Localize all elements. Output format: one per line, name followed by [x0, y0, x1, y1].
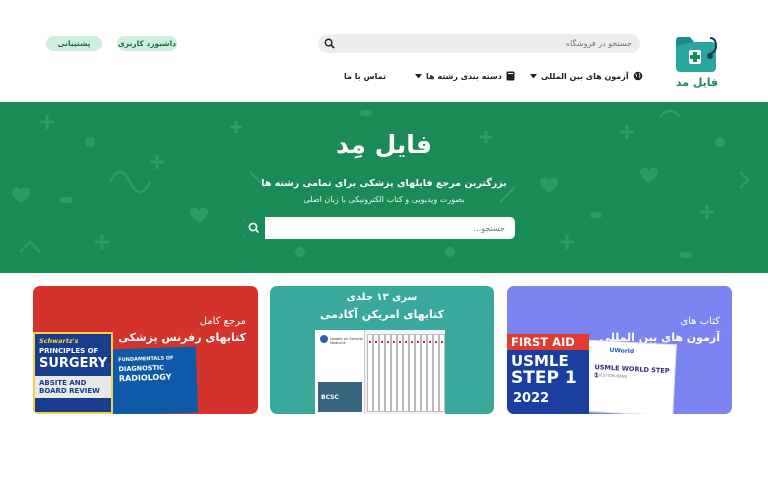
card-international-exam-books[interactable]: کتاب های آزمون های بین المللی UWorld USM… — [507, 286, 732, 414]
site-header: فایل مد داشبورد کاربری پشتیبانی آزمون ها… — [0, 0, 768, 102]
site-logo[interactable]: فایل مد — [670, 32, 724, 94]
book-text: PRINCIPLES OF — [39, 347, 99, 355]
book-text: FUNDAMENTALS OF — [118, 355, 174, 364]
caret-down-icon — [530, 73, 537, 78]
book-icon — [506, 71, 515, 81]
nav-exams-label: آزمون های بین المللی — [541, 71, 629, 81]
card-line2: کتابهای رفرنس پزشکی — [118, 331, 246, 344]
book-text: UWorld — [609, 346, 635, 356]
search-icon[interactable] — [324, 38, 335, 49]
hero-search-input[interactable] — [267, 217, 509, 239]
book-text: Schwartz's — [39, 337, 79, 345]
bcsc-front-cover: Update on General Medicine BCSC — [315, 330, 365, 414]
hero-search-button[interactable] — [243, 217, 265, 239]
card-reference-books[interactable]: مرجع کامل کتابهای رفرنس پزشکی FUNDAMENTA… — [33, 286, 258, 414]
store-search[interactable] — [318, 34, 640, 53]
book-text: 2022 — [513, 391, 550, 406]
book-cover-uworld: UWorld USMLE WORLD STEP 1 QUESTION BANK — [583, 339, 677, 414]
card-line1: کتاب های — [680, 316, 720, 327]
cover-image: BCSC — [318, 382, 362, 412]
caret-down-icon — [415, 73, 422, 78]
store-search-input[interactable] — [340, 34, 632, 53]
book-cover-first-aid: FIRST AID USMLE STEP 1 2022 — [507, 334, 589, 414]
card-line2: کتابهای امریکن آکادمی — [319, 308, 444, 321]
book-spine — [439, 334, 445, 412]
bcsc-book-set: Update on General Medicine BCSC — [315, 330, 445, 414]
book-text: SURGERY — [39, 356, 108, 371]
book-text: DIAGNOSTIC — [118, 363, 165, 374]
book-text: ABSITE AND BOARD REVIEW — [39, 379, 100, 395]
nav-field-categories[interactable]: دسته بندی رشته ها — [415, 69, 515, 83]
nav-contact-label: تماس با ما — [344, 71, 386, 81]
hero-title: فایل مِد — [335, 130, 433, 159]
card-line1: مرجع کامل — [199, 316, 246, 327]
dashboard-button[interactable]: داشبورد کاربری — [117, 36, 177, 51]
book-cover-surgery: Schwartz's PRINCIPLES OF SURGERY ABSITE … — [33, 332, 113, 414]
nav-international-exams[interactable]: آزمون های بین المللی — [530, 69, 643, 83]
book-text: STEP 1 — [511, 368, 577, 388]
hero-banner: فایل مِد بزرگترین مرجع فایلهای پزشکی برا… — [0, 102, 768, 273]
search-icon — [248, 222, 260, 234]
hero-subtitle: بزرگترین مرجع فایلهای پزشکی برای تمامی ر… — [261, 178, 507, 189]
card-line1: سری ۱۳ جلدی — [346, 292, 418, 303]
medical-folder-icon — [676, 37, 718, 72]
card-american-academy-books[interactable]: سری ۱۳ جلدی کتابهای امریکن آکادمی Update… — [270, 286, 494, 414]
logo-text: فایل مد — [675, 76, 719, 89]
book-text: Update on General Medicine — [330, 337, 364, 345]
book-text: RADIOLOGY — [118, 372, 172, 384]
book-text: BCSC — [321, 394, 339, 401]
support-button[interactable]: پشتیبانی — [46, 36, 102, 51]
nav-contact-us[interactable]: تماس با ما — [344, 69, 386, 83]
book-cover-radiology: FUNDAMENTALS OF DIAGNOSTIC RADIOLOGY — [109, 346, 199, 414]
hero-search[interactable] — [243, 217, 515, 239]
nav-categories-label: دسته بندی رشته ها — [426, 71, 502, 81]
hero-subtitle-secondary: بصورت ویدیویی و کتاب الکترونیکی با زبان … — [303, 195, 465, 204]
aao-logo-icon — [320, 335, 328, 343]
book-band: FIRST AID — [507, 334, 589, 350]
book-text: FIRST AID — [511, 335, 575, 349]
globe-icon — [633, 71, 642, 81]
